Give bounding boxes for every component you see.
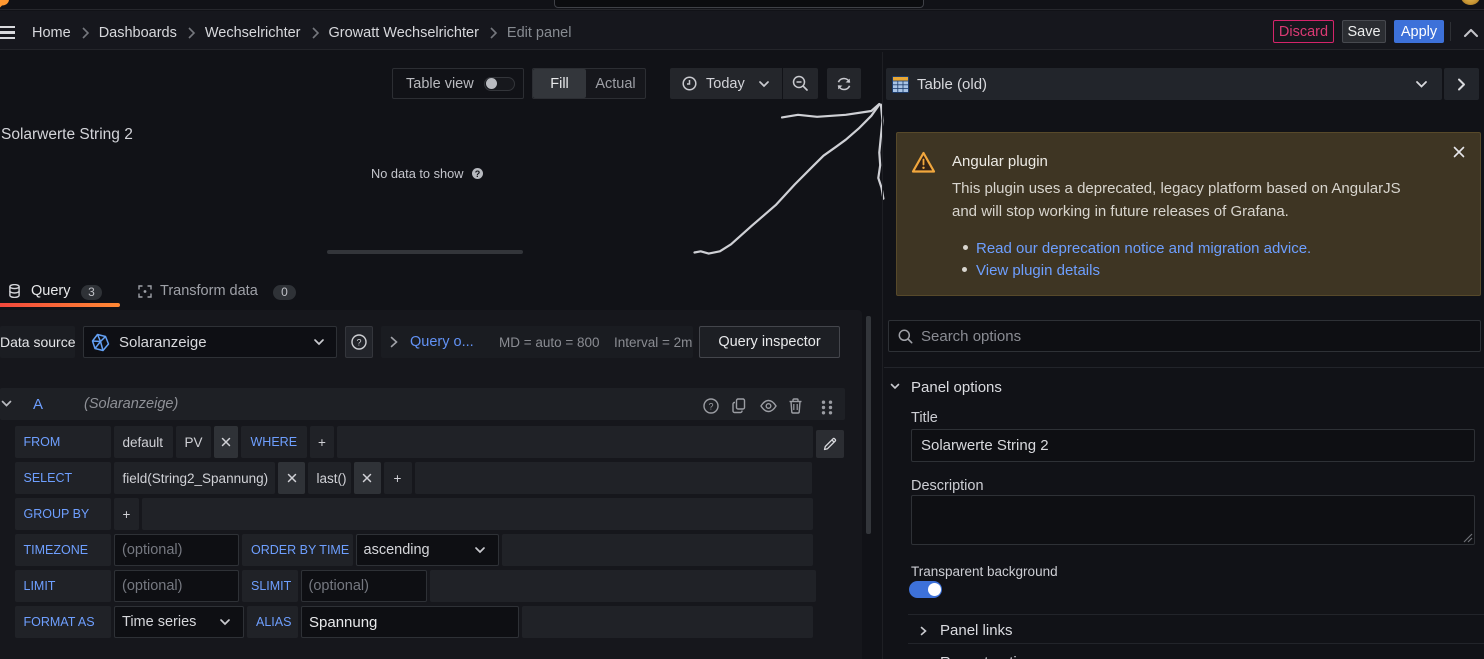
svg-text:?: ? bbox=[356, 337, 361, 347]
svg-text:?: ? bbox=[708, 401, 713, 411]
